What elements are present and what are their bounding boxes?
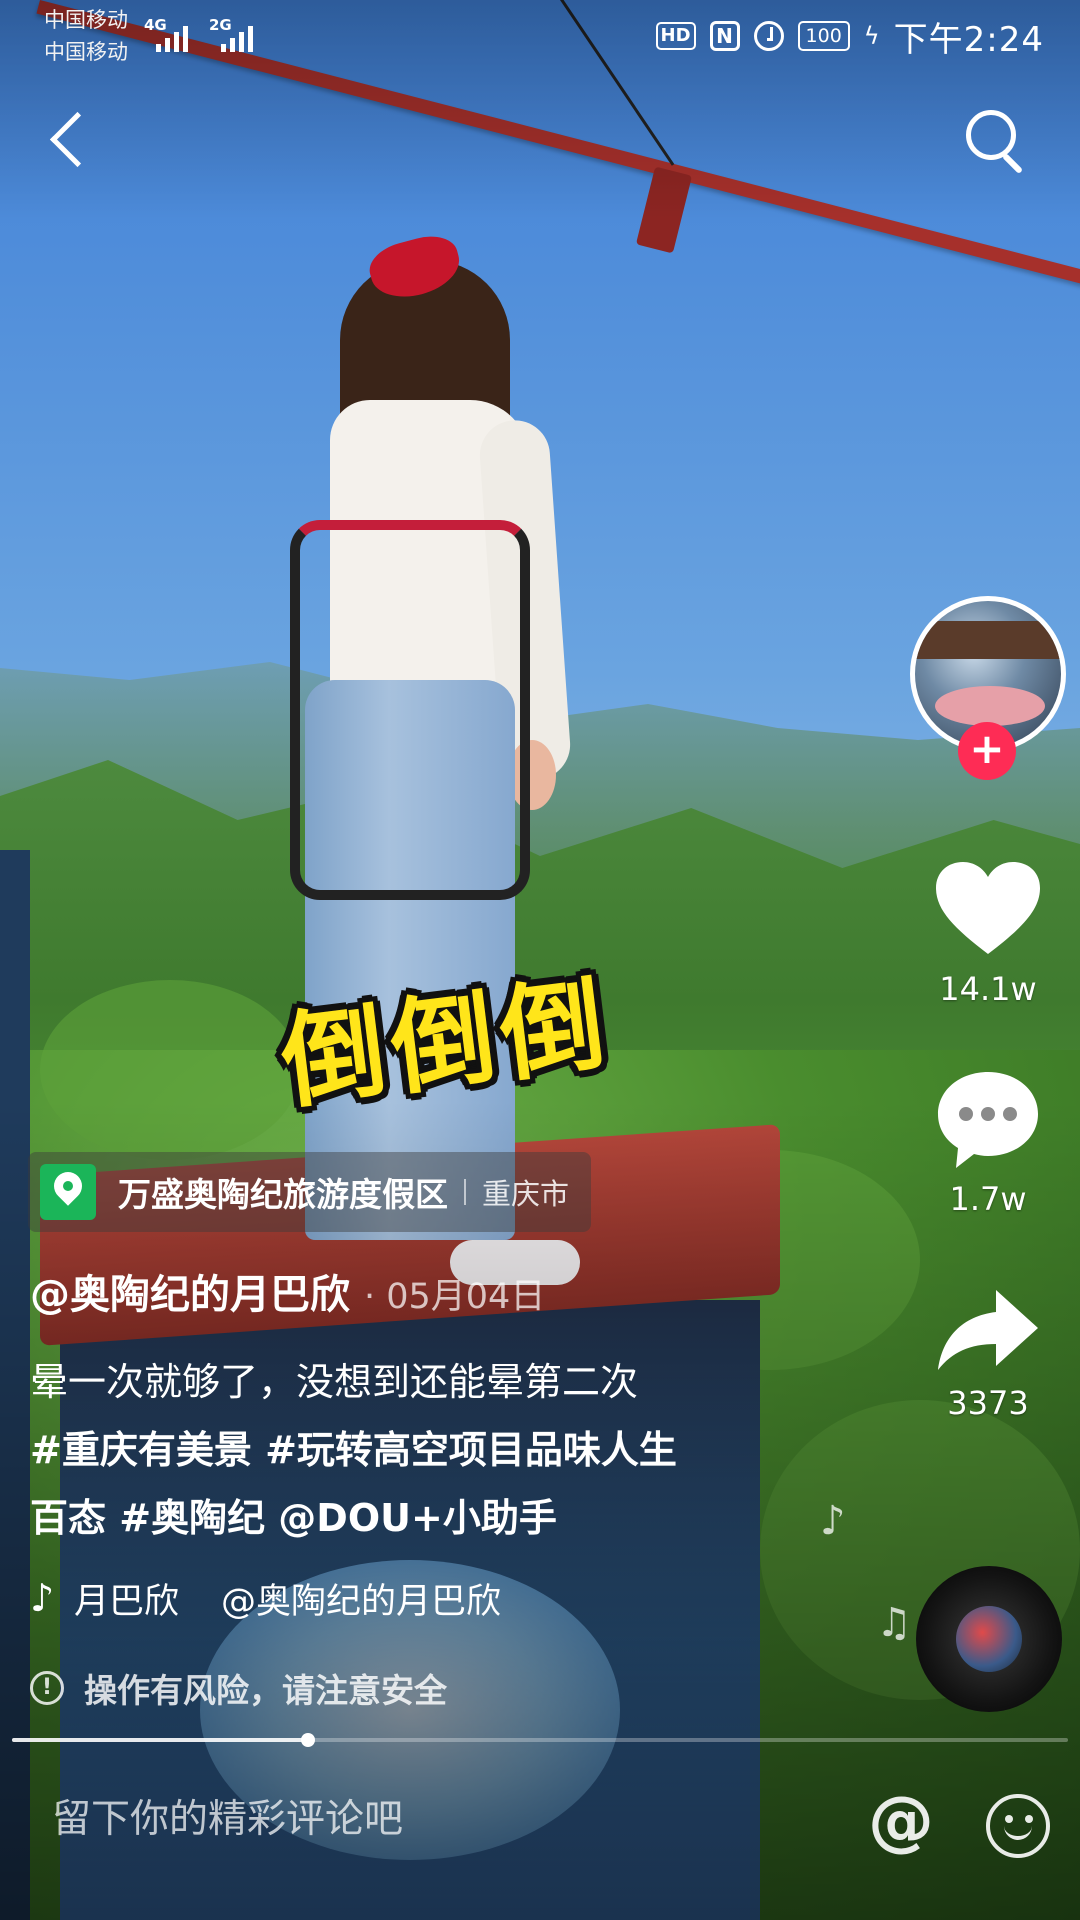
clock: 下午2:24	[893, 19, 1044, 60]
alarm-icon	[753, 21, 784, 51]
author-row: @奥陶纪的月巴欣 · 05月04日	[30, 1262, 545, 1322]
comment-count: 1.7w	[949, 1180, 1027, 1218]
follow-button[interactable]: +	[958, 722, 1016, 780]
location-city: 重庆市	[482, 1177, 570, 1211]
heart-icon[interactable]	[934, 860, 1042, 956]
search-icon-handle	[1001, 152, 1024, 175]
nfc-icon: N	[709, 21, 740, 51]
signal-icon	[221, 20, 261, 52]
comment-bar: @	[0, 1742, 1080, 1920]
emoji-icon[interactable]	[986, 1794, 1050, 1858]
hd-icon: HD	[655, 22, 696, 50]
signal-icon	[156, 20, 196, 52]
safety-warning: ! 操作有风险，请注意安全	[30, 1660, 447, 1716]
comment-input[interactable]	[50, 1796, 814, 1843]
carrier-label: 中国移动	[44, 40, 128, 64]
location-name: 万盛奥陶纪旅游度假区	[118, 1175, 448, 1214]
location-tag[interactable]: 万盛奥陶纪旅游度假区 重庆市	[28, 1152, 592, 1232]
like-count: 14.1w	[939, 970, 1037, 1008]
caption-hashtags[interactable]: #重庆有美景 #玩转高空项目品味人生	[30, 1416, 790, 1484]
music-note-icon: ♪	[820, 1498, 846, 1544]
warning-circle-icon: !	[30, 1671, 64, 1705]
comment-bubble-icon[interactable]	[934, 1068, 1042, 1172]
location-pin-icon	[40, 1164, 96, 1220]
music-disc[interactable]	[916, 1566, 1062, 1712]
share-arrow-icon[interactable]	[934, 1286, 1042, 1376]
post-caption: 晕一次就够了，没想到还能晕第二次 #重庆有美景 #玩转高空项目品味人生 百态 #…	[30, 1348, 790, 1552]
location-divider	[464, 1179, 466, 1205]
back-button[interactable]	[44, 104, 94, 174]
caption-hashtags-mentions[interactable]: 百态 #奥陶纪 @DOU+小助手	[30, 1484, 790, 1552]
share-count: 3373	[947, 1384, 1029, 1422]
post-date: · 05月04日	[364, 1277, 546, 1317]
music-row[interactable]: ♪ 月巴欣 @奥陶纪的月巴欣	[30, 1568, 501, 1628]
music-note-icon: ♫	[876, 1600, 912, 1646]
music-author: @奥陶纪的月巴欣	[221, 1581, 502, 1622]
author-name[interactable]: @奥陶纪的月巴欣	[30, 1262, 350, 1320]
carrier-label: 中国移动	[44, 8, 128, 32]
search-button[interactable]	[960, 104, 1030, 175]
avatar-photo-ride	[935, 686, 1045, 726]
tiktok-note-icon: ♪	[30, 1576, 55, 1620]
avatar-photo-roof	[915, 621, 1061, 659]
warning-text: 操作有风险，请注意安全	[84, 1671, 447, 1710]
status-icons: HD N 100 ϟ 下午2:24	[655, 14, 1044, 60]
music-cover-thumbnail	[956, 1606, 1022, 1672]
search-icon	[966, 110, 1016, 160]
caption-text: 晕一次就够了，没想到还能晕第二次	[30, 1360, 639, 1404]
safety-harness	[290, 520, 530, 900]
music-title: 月巴欣	[74, 1581, 180, 1622]
battery-icon: 100	[797, 21, 850, 51]
status-bar: 中国移动 中国移动 4G 2G HD N 100 ϟ 下午2:24	[0, 0, 1080, 72]
mention-button[interactable]: @	[866, 1788, 936, 1858]
charging-icon: ϟ	[863, 22, 880, 50]
